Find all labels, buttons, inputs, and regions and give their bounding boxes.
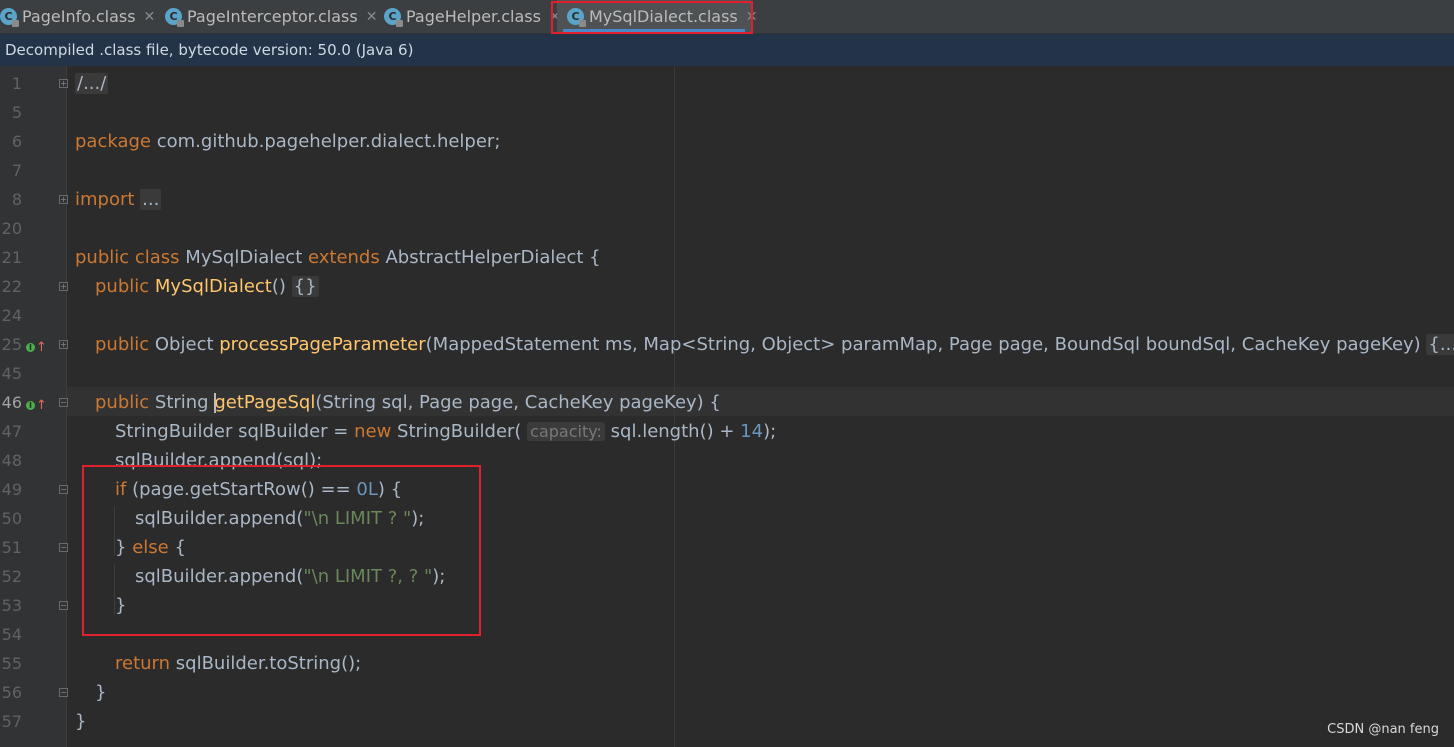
fold-end-icon[interactable]: − bbox=[59, 601, 68, 610]
fold-collapse-icon[interactable]: − bbox=[59, 398, 68, 407]
line-number: 25 bbox=[1, 335, 22, 354]
parameter-hint: capacity: bbox=[527, 422, 605, 441]
fold-end-icon[interactable]: − bbox=[59, 688, 68, 697]
fold-expand-icon[interactable]: + bbox=[59, 195, 68, 204]
line-number: 45 bbox=[1, 364, 22, 383]
code-line-8: import ... bbox=[75, 185, 162, 214]
close-icon[interactable]: ✕ bbox=[366, 9, 378, 25]
tab-label: PageInfo.class bbox=[22, 7, 136, 26]
folded-header-comment[interactable]: /.../ bbox=[75, 73, 109, 94]
code-text: sqlBuilder.toString(); bbox=[170, 653, 362, 674]
code-text: sql.length() + bbox=[604, 421, 741, 442]
code-text: StringBuilder( bbox=[391, 421, 522, 442]
watermark: CSDN @nan feng bbox=[1327, 722, 1439, 737]
folded-body[interactable]: {...} bbox=[1426, 334, 1454, 355]
keyword: public class bbox=[75, 247, 180, 268]
code-text: com.github.pagehelper.dialect.helper; bbox=[151, 131, 501, 152]
line-number: 21 bbox=[1, 248, 22, 267]
fold-expand-icon[interactable]: + bbox=[59, 282, 68, 291]
line-number: 7 bbox=[11, 161, 22, 180]
code-text: (String sql, Page page, CacheKey pageKey… bbox=[315, 392, 721, 413]
code-line-25: public Object processPageParameter(Mappe… bbox=[95, 330, 1454, 359]
code-editor[interactable]: 1 5 6 7 8 20 21 22 24 25 45 46 47 48 49 … bbox=[0, 66, 1454, 747]
keyword: extends bbox=[307, 247, 380, 268]
line-number: 8 bbox=[11, 190, 22, 209]
code-text: Object bbox=[149, 334, 220, 355]
code-line-57: } bbox=[75, 707, 86, 736]
method-name: processPageParameter bbox=[219, 334, 426, 355]
line-number: 22 bbox=[1, 277, 22, 296]
method-name: getPageSql bbox=[214, 392, 316, 413]
line-number: 48 bbox=[1, 451, 22, 470]
line-number: 20 bbox=[1, 219, 22, 238]
line-number: 1 bbox=[11, 74, 22, 93]
code-line-56: } bbox=[95, 678, 106, 707]
code-line-47: StringBuilder sqlBuilder = new StringBui… bbox=[115, 417, 776, 446]
folded-imports[interactable]: ... bbox=[140, 189, 162, 210]
line-number: 5 bbox=[11, 103, 22, 122]
banner-text: Decompiled .class file, bytecode version… bbox=[5, 41, 414, 59]
line-number: 49 bbox=[1, 480, 22, 499]
keyword: return bbox=[115, 653, 171, 674]
line-number: 52 bbox=[1, 567, 22, 586]
class-file-icon: C bbox=[165, 8, 184, 27]
keyword: new bbox=[354, 421, 392, 442]
line-number: 24 bbox=[1, 306, 22, 325]
line-number: 55 bbox=[1, 654, 22, 673]
close-icon[interactable]: ✕ bbox=[144, 9, 156, 25]
class-name: MySqlDialect bbox=[179, 247, 308, 268]
implements-method-icon[interactable]: I ↑ bbox=[26, 340, 47, 355]
line-number: 54 bbox=[1, 625, 22, 644]
class-file-icon: C bbox=[0, 8, 19, 27]
number-literal: 14 bbox=[740, 421, 764, 442]
tab-pageinterceptor[interactable]: C PageInterceptor.class ✕ bbox=[165, 0, 377, 33]
code-text: } bbox=[75, 711, 87, 732]
tab-pageinfo[interactable]: C PageInfo.class ✕ bbox=[0, 0, 155, 33]
code-line-55: return sqlBuilder.toString(); bbox=[115, 649, 361, 678]
fold-expand-icon[interactable]: + bbox=[59, 340, 68, 349]
highlight-box-code bbox=[82, 465, 481, 636]
keyword: package bbox=[75, 131, 151, 152]
line-number: 57 bbox=[1, 712, 22, 731]
code-line-21: public class MySqlDialect extends Abstra… bbox=[75, 243, 601, 272]
method-name: MySqlDialect bbox=[154, 276, 272, 297]
keyword: public bbox=[95, 276, 150, 297]
line-number-current: 46 bbox=[1, 393, 22, 412]
keyword: public bbox=[95, 334, 150, 355]
line-number: 56 bbox=[1, 683, 22, 702]
line-number: 6 bbox=[11, 132, 22, 151]
code-line-46: public String getPageSql(String sql, Pag… bbox=[95, 388, 721, 417]
tab-label: PageInterceptor.class bbox=[187, 7, 358, 26]
fold-collapse-icon[interactable]: − bbox=[59, 485, 68, 494]
tab-label: PageHelper.class bbox=[406, 7, 541, 26]
code-text: (MappedStatement ms, Map<String, Object>… bbox=[425, 334, 1427, 355]
class-file-icon: C bbox=[384, 8, 403, 27]
code-text: } bbox=[95, 682, 107, 703]
fold-expand-icon[interactable]: + bbox=[59, 79, 68, 88]
code-text: StringBuilder sqlBuilder = bbox=[115, 421, 355, 442]
line-number: 50 bbox=[1, 509, 22, 528]
fold-collapse-icon[interactable]: − bbox=[59, 543, 68, 552]
code-line-6: package com.github.pagehelper.dialect.he… bbox=[75, 127, 500, 156]
highlight-box-tab bbox=[551, 1, 753, 34]
line-number: 47 bbox=[1, 422, 22, 441]
code-line-22: public MySqlDialect() {} bbox=[95, 272, 319, 301]
implements-method-icon[interactable]: I ↑ bbox=[26, 398, 47, 413]
tab-pagehelper[interactable]: C PageHelper.class ✕ bbox=[384, 0, 561, 33]
keyword: import bbox=[75, 189, 135, 210]
folded-body[interactable]: {} bbox=[291, 276, 319, 297]
decompiled-notice-banner: Decompiled .class file, bytecode version… bbox=[0, 34, 1454, 66]
code-text: AbstractHelperDialect { bbox=[379, 247, 601, 268]
code-text: () bbox=[271, 276, 292, 297]
code-text: String bbox=[149, 392, 215, 413]
line-number: 51 bbox=[1, 538, 22, 557]
code-line-1: /.../ bbox=[75, 69, 109, 98]
code-text: ); bbox=[763, 421, 777, 442]
keyword: public bbox=[95, 392, 150, 413]
editor-tab-bar: C PageInfo.class ✕ C PageInterceptor.cla… bbox=[0, 0, 1454, 34]
line-number: 53 bbox=[1, 596, 22, 615]
